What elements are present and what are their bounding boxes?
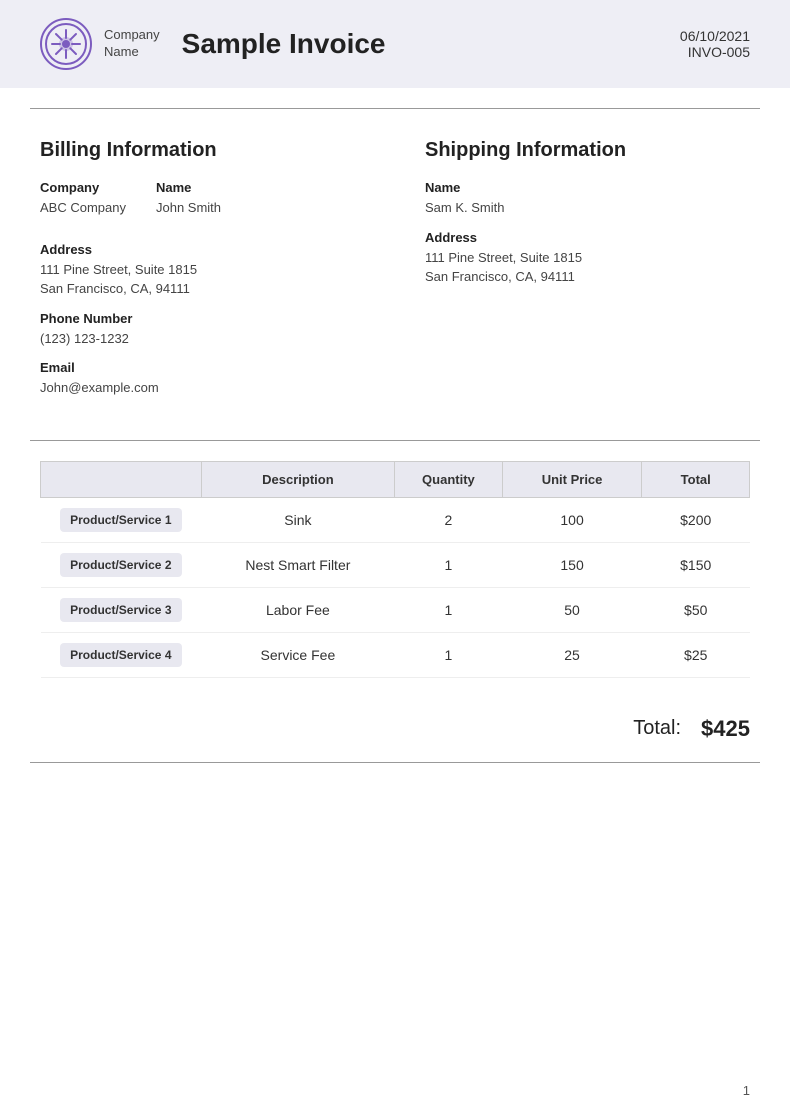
quantity-cell: 1: [395, 632, 503, 677]
product-label: Product/Service 4: [60, 643, 181, 667]
description-cell: Sink: [201, 497, 395, 542]
table-body: Product/Service 1 Sink 2 100 $200 Produc…: [41, 497, 750, 677]
product-label: Product/Service 3: [60, 598, 181, 622]
product-label-cell: Product/Service 1: [41, 497, 202, 542]
billing-address-label: Address: [40, 242, 365, 257]
shipping-title: Shipping Information: [425, 139, 750, 162]
shipping-name-value: Sam K. Smith: [425, 198, 750, 218]
total-row: Total: $425: [0, 698, 790, 752]
shipping-address-label: Address: [425, 230, 750, 245]
total-cell: $25: [642, 632, 750, 677]
billing-title: Billing Information: [40, 139, 365, 162]
col-header-product: [41, 461, 202, 497]
invoice-number: INVO-005: [680, 44, 750, 60]
bottom-divider: [30, 762, 760, 763]
unit-price-cell: 50: [502, 587, 642, 632]
total-cell: $50: [642, 587, 750, 632]
billing-name-field: Name John Smith: [156, 180, 221, 230]
billing-company-field: Company ABC Company: [40, 180, 126, 230]
description-cell: Service Fee: [201, 632, 395, 677]
table-row: Product/Service 2 Nest Smart Filter 1 15…: [41, 542, 750, 587]
logo-icon: [44, 22, 88, 66]
billing-email-label: Email: [40, 360, 365, 375]
unit-price-cell: 100: [502, 497, 642, 542]
total-label: Total:: [633, 717, 681, 740]
header-right: 06/10/2021 INVO-005: [680, 28, 750, 60]
product-label-cell: Product/Service 4: [41, 632, 202, 677]
description-cell: Nest Smart Filter: [201, 542, 395, 587]
billing-phone-label: Phone Number: [40, 311, 365, 326]
product-label: Product/Service 2: [60, 553, 181, 577]
header: Company Name Sample Invoice 06/10/2021 I…: [0, 0, 790, 88]
billing-company-label: Company: [40, 180, 126, 195]
total-cell: $150: [642, 542, 750, 587]
total-cell: $200: [642, 497, 750, 542]
product-label-cell: Product/Service 3: [41, 587, 202, 632]
company-name: Company Name: [104, 27, 160, 61]
shipping-section: Shipping Information Name Sam K. Smith A…: [405, 139, 750, 410]
billing-inline-fields: Company ABC Company Name John Smith: [40, 180, 365, 230]
table-header: Description Quantity Unit Price Total: [41, 461, 750, 497]
invoice-table: Description Quantity Unit Price Total Pr…: [40, 461, 750, 678]
shipping-name-label: Name: [425, 180, 750, 195]
shipping-address-value: 111 Pine Street, Suite 1815 San Francisc…: [425, 248, 750, 287]
total-amount: $425: [701, 716, 750, 742]
col-header-total: Total: [642, 461, 750, 497]
quantity-cell: 1: [395, 542, 503, 587]
company-logo: [40, 18, 92, 70]
unit-price-cell: 25: [502, 632, 642, 677]
quantity-cell: 2: [395, 497, 503, 542]
unit-price-cell: 150: [502, 542, 642, 587]
info-section: Billing Information Company ABC Company …: [0, 109, 790, 440]
product-label: Product/Service 1: [60, 508, 181, 532]
billing-phone-value: (123) 123-1232: [40, 329, 365, 349]
col-header-quantity: Quantity: [395, 461, 503, 497]
table-section: Description Quantity Unit Price Total Pr…: [0, 441, 790, 698]
table-row: Product/Service 3 Labor Fee 1 50 $50: [41, 587, 750, 632]
billing-name-value: John Smith: [156, 198, 221, 218]
table-row: Product/Service 4 Service Fee 1 25 $25: [41, 632, 750, 677]
billing-section: Billing Information Company ABC Company …: [40, 139, 405, 410]
col-header-description: Description: [201, 461, 395, 497]
invoice-title: Sample Invoice: [182, 28, 386, 60]
product-label-cell: Product/Service 2: [41, 542, 202, 587]
page-number: 1: [743, 1083, 750, 1098]
description-cell: Labor Fee: [201, 587, 395, 632]
billing-name-label: Name: [156, 180, 221, 195]
billing-company-value: ABC Company: [40, 198, 126, 218]
invoice-date: 06/10/2021: [680, 28, 750, 44]
table-row: Product/Service 1 Sink 2 100 $200: [41, 497, 750, 542]
billing-email-value: John@example.com: [40, 378, 365, 398]
quantity-cell: 1: [395, 587, 503, 632]
col-header-unit-price: Unit Price: [502, 461, 642, 497]
header-left: Company Name Sample Invoice: [40, 18, 386, 70]
billing-address-value: 111 Pine Street, Suite 1815 San Francisc…: [40, 260, 365, 299]
